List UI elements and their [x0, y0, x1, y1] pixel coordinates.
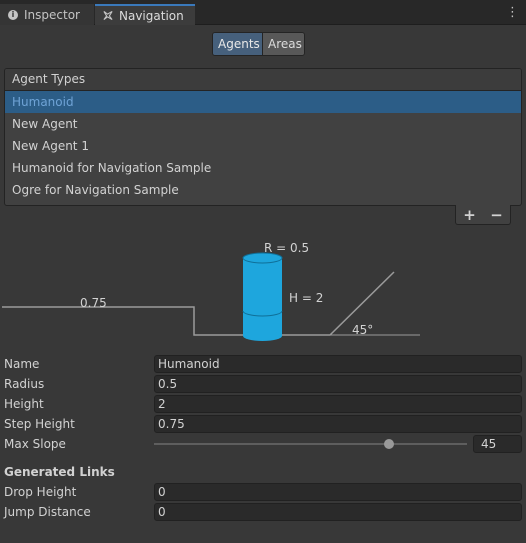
drop-height-field[interactable]: 0: [154, 483, 522, 501]
list-item[interactable]: New Agent 1: [5, 135, 521, 157]
jump-distance-field[interactable]: 0: [154, 503, 522, 521]
list-item[interactable]: Humanoid for Navigation Sample: [5, 157, 521, 179]
step-label: 0.75: [80, 296, 107, 310]
max-slope-slider[interactable]: [154, 443, 467, 445]
agent-diagram: R = 0.5 H = 2 0.75 45°: [0, 232, 526, 352]
list-item[interactable]: Humanoid: [5, 91, 521, 113]
tab-bar: i Inspector Navigation ⋮: [0, 0, 526, 25]
radius-label: R = 0.5: [264, 241, 310, 255]
tab-inspector-label: Inspector: [24, 7, 80, 22]
max-slope-slider-thumb[interactable]: [383, 439, 394, 449]
radius-row: Radius 0.5: [0, 374, 526, 394]
step-height-label: Step Height: [4, 417, 75, 431]
agent-diagram-svg: [2, 252, 420, 341]
agent-types-header: Agent Types: [5, 69, 521, 91]
step-height-field[interactable]: 0.75: [154, 415, 522, 433]
list-item[interactable]: Ogre for Navigation Sample: [5, 179, 521, 201]
more-options-icon[interactable]: ⋮: [506, 5, 519, 21]
tab-inspector[interactable]: i Inspector: [0, 4, 94, 25]
max-slope-row: Max Slope 45: [0, 434, 526, 454]
jump-distance-row: Jump Distance 0: [0, 502, 526, 522]
name-label: Name: [4, 357, 40, 371]
max-slope-label: Max Slope: [4, 437, 66, 451]
step-height-row: Step Height 0.75: [0, 414, 526, 434]
jump-distance-label: Jump Distance: [4, 505, 91, 519]
name-field[interactable]: Humanoid: [154, 355, 522, 373]
areas-button[interactable]: Areas: [262, 33, 304, 55]
name-row: Name Humanoid: [0, 354, 526, 374]
height-row: Height 2: [0, 394, 526, 414]
agent-types-list: Agent Types Humanoid New Agent New Agent…: [4, 68, 522, 206]
radius-label-field: Radius: [4, 377, 45, 391]
list-item[interactable]: New Agent: [5, 113, 521, 135]
tab-navigation[interactable]: Navigation: [95, 4, 195, 25]
drop-height-row: Drop Height 0: [0, 482, 526, 502]
agents-areas-toggle: Agents Areas: [212, 32, 305, 56]
height-label: H = 2: [289, 291, 324, 305]
max-slope-field[interactable]: 45: [473, 435, 522, 453]
remove-agent-button[interactable]: −: [490, 207, 503, 223]
navmesh-icon: [103, 10, 113, 21]
info-icon: i: [8, 9, 18, 20]
generated-links-title: Generated Links: [4, 465, 115, 479]
list-footer: + −: [455, 205, 511, 225]
height-label-field: Height: [4, 397, 44, 411]
drop-height-label: Drop Height: [4, 485, 77, 499]
slope-label: 45°: [352, 323, 374, 337]
agents-button[interactable]: Agents: [213, 33, 262, 55]
add-agent-button[interactable]: +: [463, 207, 476, 223]
agent-cylinder: [242, 252, 283, 341]
radius-field[interactable]: 0.5: [154, 375, 522, 393]
tab-navigation-label: Navigation: [119, 8, 184, 23]
ground-profile: [2, 271, 395, 336]
height-field[interactable]: 2: [154, 395, 522, 413]
